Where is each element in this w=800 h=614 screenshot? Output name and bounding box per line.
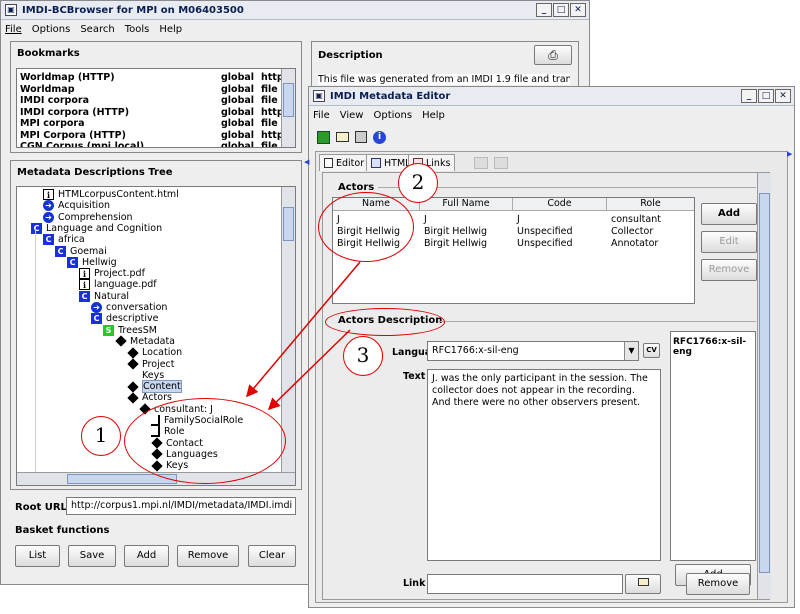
expand-right-arrow-icon[interactable]: ▶ [787,150,792,158]
callout-arrows [246,261,361,411]
arrow-to-tree-description [267,329,351,411]
collapse-left-arrow-icon[interactable]: ◀ [304,158,309,166]
callout-number-2: 2 [411,170,425,194]
callout-number-1: 1 [94,423,108,447]
callout-number-3: 3 [356,343,370,367]
